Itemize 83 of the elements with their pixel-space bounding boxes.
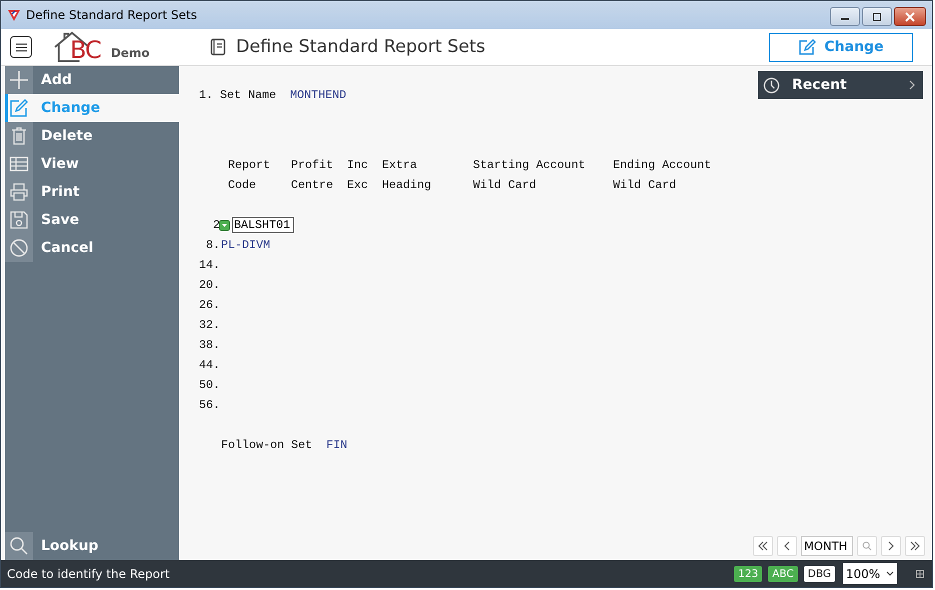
minimize-icon: [841, 18, 849, 20]
column-heading: Centre: [291, 177, 334, 194]
close-icon: [905, 12, 915, 22]
double-chevron-left-icon: [758, 541, 768, 551]
chevron-left-icon: [782, 541, 792, 551]
dropdown-icon[interactable]: [219, 220, 230, 230]
mode-toggle[interactable]: 123: [734, 566, 762, 582]
column-heading: Ending Account: [613, 157, 712, 174]
row-number: 38.: [199, 338, 220, 352]
chevron-right-icon: [909, 80, 915, 90]
row-number: 8.: [204, 238, 220, 252]
column-heading: Report: [228, 157, 272, 174]
trash-icon: [9, 126, 29, 146]
cancel-icon: [9, 238, 29, 258]
printer-icon: [9, 182, 29, 202]
recent-panel-button[interactable]: Recent: [758, 71, 923, 99]
save-icon: [9, 210, 29, 230]
app-icon: [7, 8, 21, 22]
sidebar-item[interactable]: Add: [5, 66, 179, 94]
column-heading: Extra: [382, 157, 418, 174]
column-heading: Profit: [291, 157, 334, 174]
first-button[interactable]: [753, 536, 773, 556]
sidebar-item[interactable]: View: [5, 150, 179, 178]
row-number: 20.: [199, 278, 220, 292]
logo-text: BC: [70, 37, 101, 63]
logo-caption: Demo: [110, 46, 150, 60]
status-message: Code to identify the Report: [7, 566, 171, 580]
field-number: 1.: [199, 88, 214, 102]
row-number: 50.: [199, 378, 220, 392]
change-button[interactable]: Change: [769, 32, 913, 62]
row-number: 44.: [199, 358, 220, 372]
field-value: FIN: [326, 438, 348, 452]
sidebar-item[interactable]: Cancel: [5, 234, 179, 262]
edit-icon: [9, 98, 29, 118]
chevron-right-icon: [886, 541, 896, 551]
column-heading: Code: [228, 177, 258, 194]
column-heading: Exc: [347, 177, 370, 194]
row-number: 26.: [199, 298, 220, 312]
sidebar-item[interactable]: Change: [5, 94, 179, 122]
zoom-dropdown[interactable]: 100%: [843, 563, 897, 584]
menu-icon: [16, 42, 26, 52]
row-number: 56.: [199, 398, 220, 412]
column-heading: Starting Account: [473, 157, 586, 174]
search-icon: [862, 541, 872, 551]
grid-icon: [916, 570, 924, 578]
close-button[interactable]: [894, 7, 926, 26]
field-value: MONTHEND: [290, 88, 346, 102]
table-icon: [9, 154, 29, 174]
column-heading: Wild Card: [613, 177, 678, 194]
row-number: 2: [212, 218, 220, 232]
field-label: Set Name: [220, 88, 276, 102]
mode-toggle[interactable]: DBG: [804, 566, 835, 582]
column-heading: Heading: [382, 177, 432, 194]
page-title: Define Standard Report Sets: [236, 37, 486, 57]
clock-icon: [763, 76, 780, 94]
edit-icon: [798, 38, 816, 56]
row-number: 14.: [199, 258, 220, 272]
mode-toggle[interactable]: ABC: [768, 566, 798, 582]
window-title: Define Standard Report Sets: [26, 8, 197, 22]
double-chevron-right-icon: [910, 541, 920, 551]
recent-label: Recent: [792, 77, 848, 93]
book-icon: [210, 38, 226, 56]
plus-icon: [9, 70, 29, 90]
search-icon: [9, 536, 29, 556]
column-heading: Wild Card: [473, 177, 538, 194]
sidebar-item[interactable]: Delete: [5, 122, 179, 150]
field-label: Follow-on Set: [221, 438, 312, 452]
last-button[interactable]: [905, 536, 925, 556]
minimize-button[interactable]: [830, 7, 860, 26]
row-number: 32.: [199, 318, 220, 332]
sidebar-item[interactable]: Save: [5, 206, 179, 234]
report-code-field[interactable]: BALSHT01: [232, 217, 294, 233]
report-code: PL-DIVM: [221, 238, 270, 252]
previous-button[interactable]: [777, 536, 797, 556]
menu-button[interactable]: [10, 36, 32, 58]
index-field[interactable]: MONTH: [801, 536, 853, 556]
caret-icon: [886, 571, 894, 576]
lookup-button[interactable]: Lookup: [5, 532, 179, 560]
column-heading: Inc: [347, 157, 370, 174]
maximize-icon: [872, 12, 882, 22]
next-button[interactable]: [881, 536, 901, 556]
maximize-button[interactable]: [862, 7, 892, 26]
sidebar-item[interactable]: Print: [5, 178, 179, 206]
